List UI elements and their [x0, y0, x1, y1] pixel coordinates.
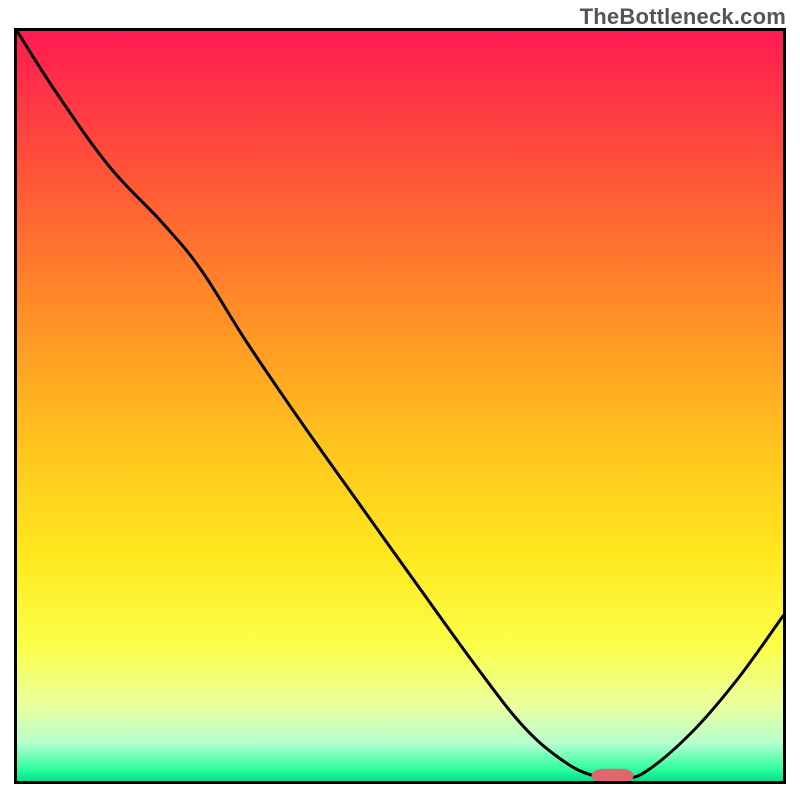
chart-plot-area	[14, 28, 786, 784]
chart-svg	[17, 31, 783, 781]
root-container: TheBottleneck.com	[0, 0, 800, 800]
watermark-label: TheBottleneck.com	[580, 4, 786, 30]
optimal-region-marker	[592, 769, 634, 781]
bottleneck-curve	[17, 31, 783, 778]
